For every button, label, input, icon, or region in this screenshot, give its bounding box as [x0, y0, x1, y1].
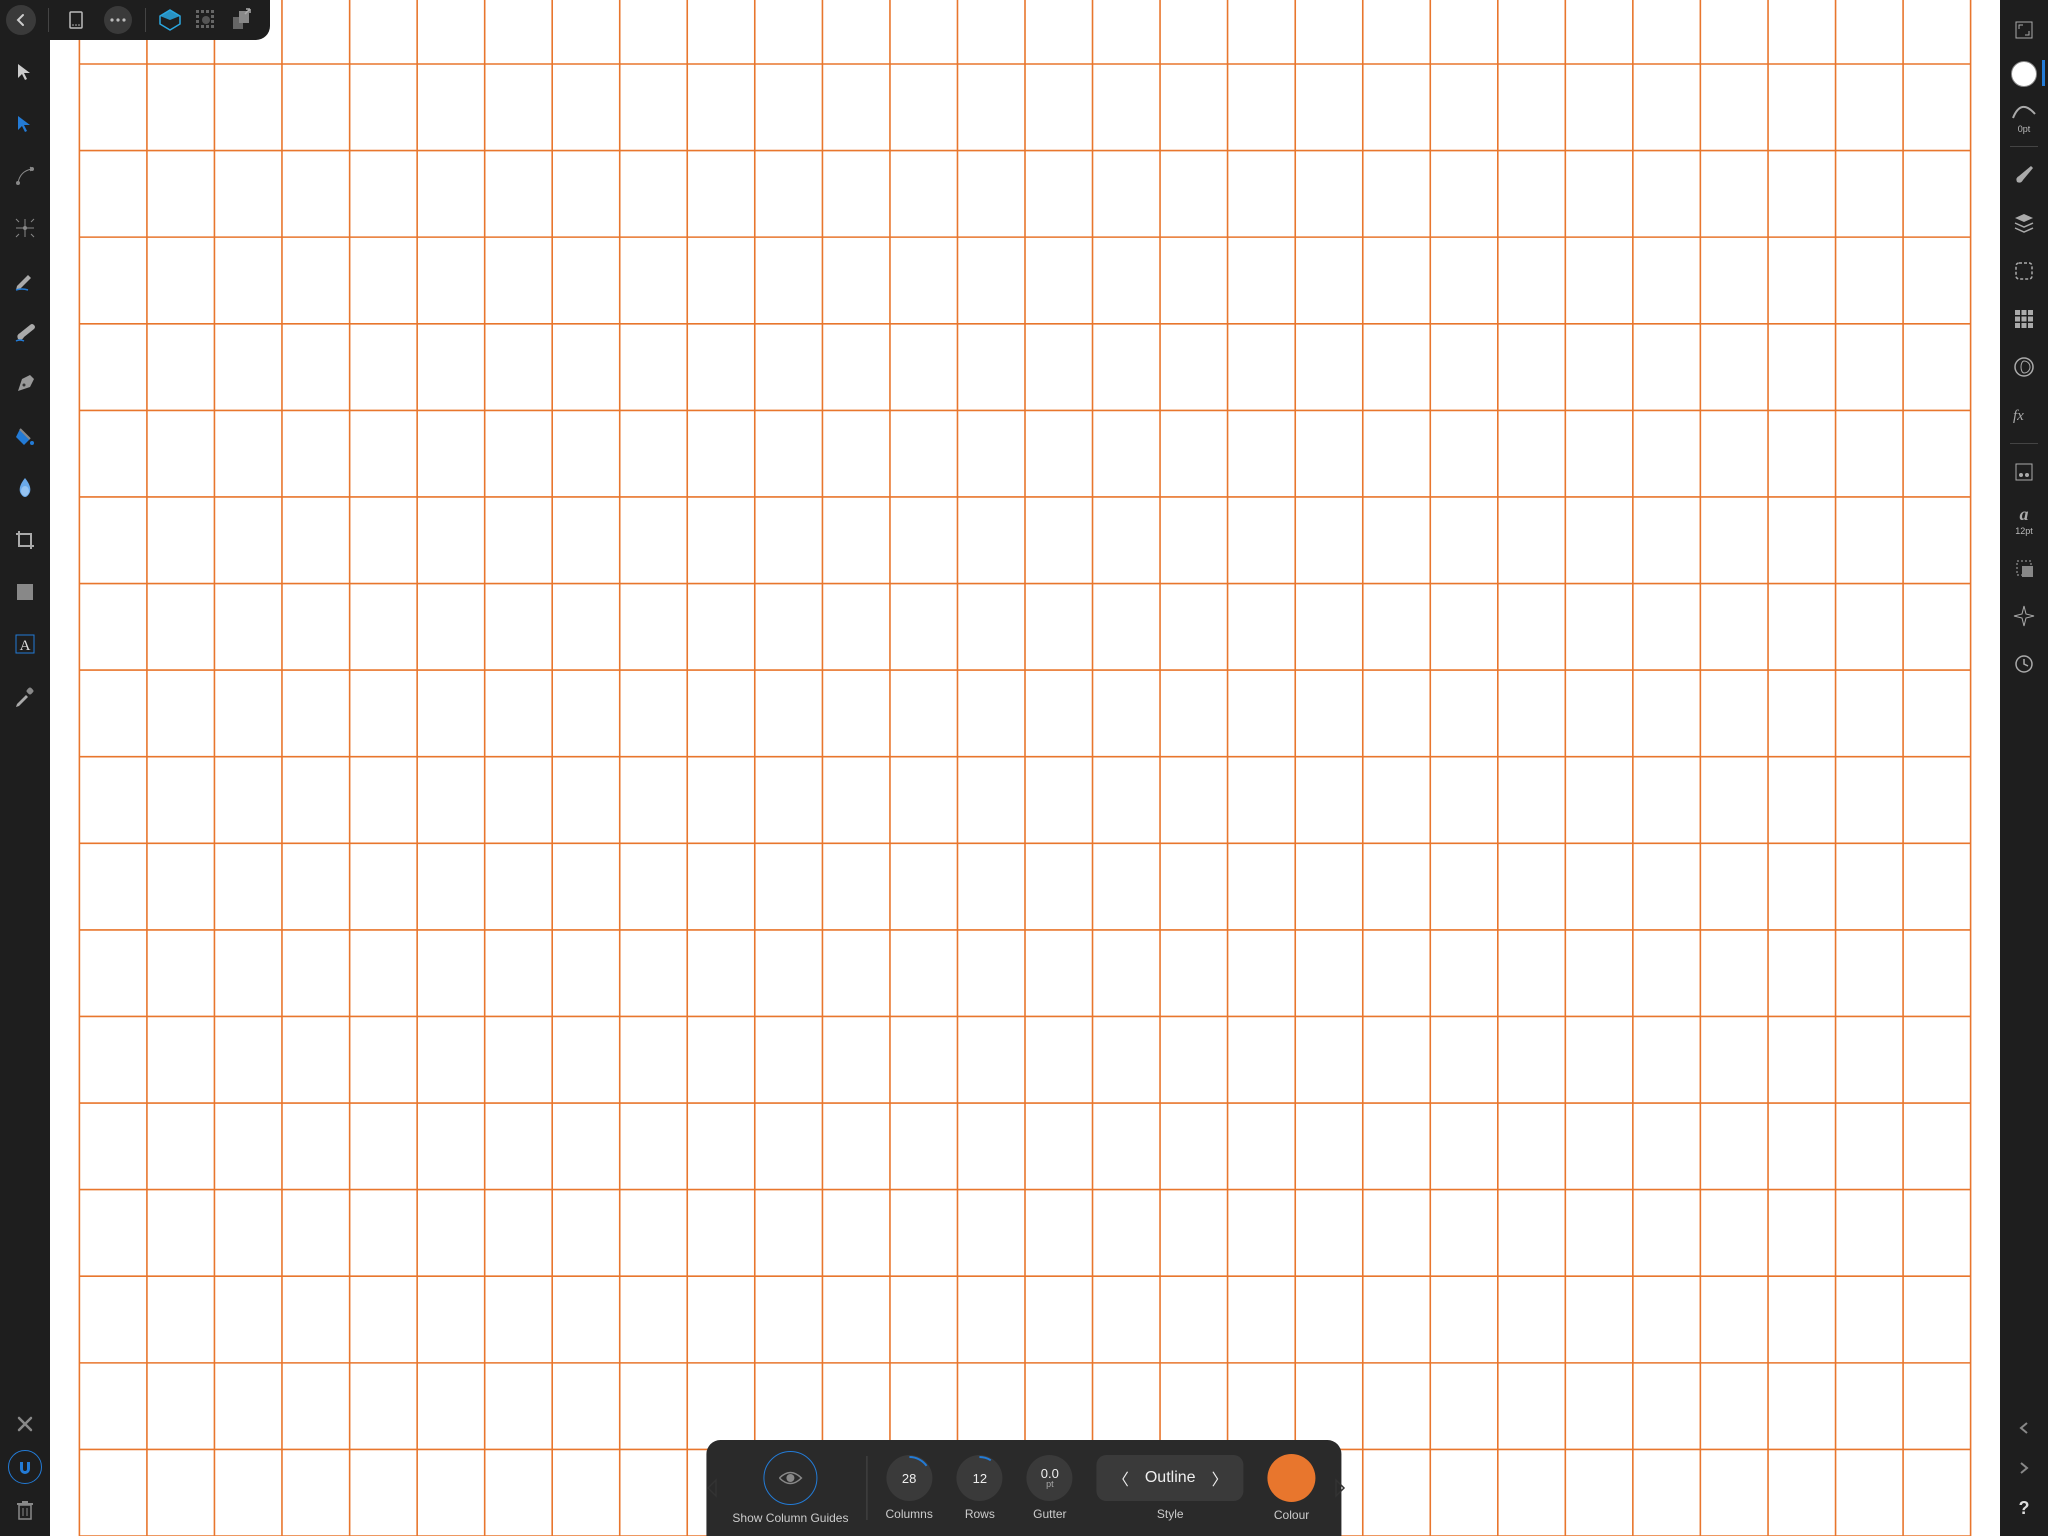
chevron-left-icon[interactable]: 〈 — [1113, 1466, 1129, 1490]
styles-studio-button[interactable] — [2000, 448, 2048, 496]
fill-tool[interactable] — [0, 410, 50, 462]
eye-icon — [777, 1469, 803, 1487]
text-tool[interactable]: A — [0, 618, 50, 670]
colour-label: Colour — [1274, 1508, 1309, 1522]
snapping-toggle[interactable] — [8, 1450, 42, 1484]
delete-button[interactable] — [0, 1490, 50, 1530]
svg-text:A: A — [20, 638, 31, 654]
fullscreen-toggle[interactable] — [2000, 6, 2048, 54]
context-page-prev[interactable] — [704, 1478, 720, 1498]
style-value: Outline — [1145, 1469, 1196, 1487]
gutter-unit: pt — [1041, 1480, 1059, 1489]
history-studio-button[interactable] — [2000, 640, 2048, 688]
colour-picker-tool[interactable] — [0, 670, 50, 722]
show-column-guides-toggle[interactable]: Show Column Guides — [732, 1451, 848, 1525]
show-guides-label: Show Column Guides — [732, 1511, 848, 1525]
help-button[interactable]: ? — [2000, 1488, 2048, 1528]
context-page-next[interactable] — [1332, 1478, 1348, 1498]
colour-swatch-button[interactable]: Colour — [1268, 1454, 1316, 1522]
move-tool[interactable] — [0, 46, 50, 98]
context-toolbar: Show Column Guides 28 Columns 12 Rows 0.… — [706, 1440, 1341, 1536]
crop-tool[interactable] — [0, 514, 50, 566]
columns-label: Columns — [885, 1507, 932, 1521]
transparency-tool[interactable] — [0, 462, 50, 514]
pencil-tool[interactable] — [0, 254, 50, 306]
vector-brush-tool[interactable] — [0, 306, 50, 358]
transform-studio-button[interactable] — [2000, 544, 2048, 592]
point-transform-tool[interactable] — [0, 150, 50, 202]
designer-persona-button[interactable] — [152, 2, 188, 38]
next-button[interactable] — [2000, 1448, 2048, 1488]
corner-tool[interactable] — [0, 202, 50, 254]
pixel-persona-button[interactable] — [188, 2, 224, 38]
svg-text:a: a — [2020, 504, 2029, 524]
left-toolbar: A — [0, 40, 50, 1536]
navigator-studio-button[interactable] — [2000, 592, 2048, 640]
columns-dial[interactable]: 28 Columns — [885, 1455, 932, 1521]
prev-button[interactable] — [2000, 1408, 2048, 1448]
swatches-studio-button[interactable] — [2000, 295, 2048, 343]
stock-studio-button[interactable] — [2000, 343, 2048, 391]
fill-swatch-icon — [2011, 61, 2037, 87]
style-selector[interactable]: 〈 Outline 〉 Style — [1097, 1455, 1244, 1521]
fx-studio-button[interactable]: fx — [2000, 391, 2048, 439]
text-size-label: 12pt — [2015, 526, 2033, 536]
rows-dial[interactable]: 12 Rows — [957, 1455, 1003, 1521]
stroke-studio-button[interactable]: 0pt — [2000, 94, 2048, 142]
deselect-button[interactable] — [0, 1404, 50, 1444]
shape-tool[interactable] — [0, 566, 50, 618]
gutter-label: Gutter — [1033, 1507, 1066, 1521]
layers-studio-button[interactable] — [2000, 199, 2048, 247]
pen-tool[interactable] — [0, 358, 50, 410]
back-button[interactable] — [0, 0, 42, 40]
document-menu-button[interactable] — [55, 0, 97, 40]
gutter-dial[interactable]: 0.0pt Gutter — [1027, 1455, 1073, 1521]
node-tool[interactable] — [0, 98, 50, 150]
chevron-right-icon[interactable]: 〉 — [1212, 1466, 1228, 1490]
colour-swatch-icon — [1268, 1454, 1316, 1502]
style-label: Style — [1157, 1507, 1184, 1521]
colour-studio-button[interactable] — [2000, 54, 2048, 94]
appearance-studio-button[interactable] — [2000, 247, 2048, 295]
export-persona-button[interactable] — [224, 2, 260, 38]
top-toolbar — [0, 0, 270, 40]
right-studio-bar: 0pt fx a 12pt ? — [2000, 0, 2048, 1536]
more-menu-button[interactable] — [97, 0, 139, 40]
brushes-studio-button[interactable] — [2000, 151, 2048, 199]
canvas[interactable] — [50, 0, 2000, 1536]
text-studio-button[interactable]: a 12pt — [2000, 496, 2048, 544]
rows-label: Rows — [965, 1507, 995, 1521]
svg-text:fx: fx — [2013, 408, 2024, 424]
stroke-width-label: 0pt — [2018, 124, 2031, 134]
